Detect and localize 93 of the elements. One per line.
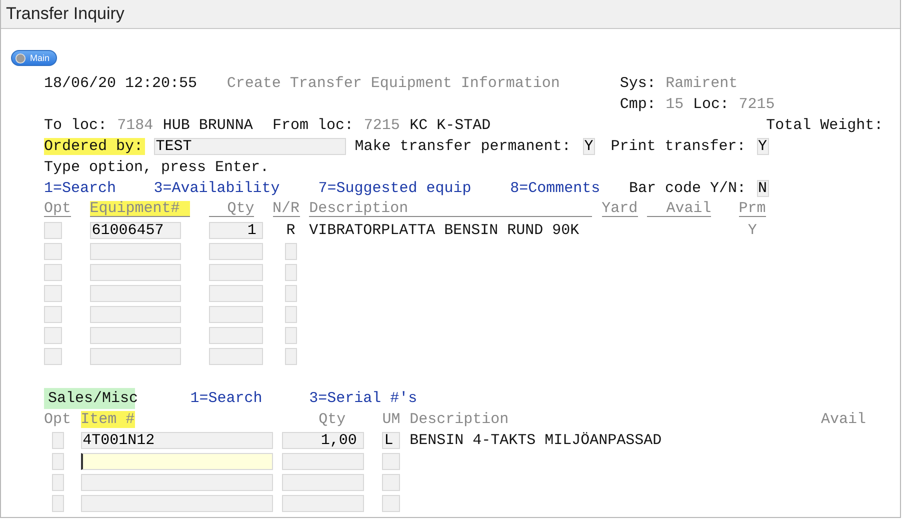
input-field[interactable] bbox=[80, 474, 273, 490]
sys-label: Sys: bbox=[620, 74, 656, 92]
option-hint: 1=Search bbox=[44, 180, 118, 196]
input-field[interactable] bbox=[90, 326, 182, 344]
input-field[interactable] bbox=[44, 326, 62, 344]
prm-value: Y bbox=[746, 222, 758, 238]
option-hint: 8=Comments bbox=[510, 180, 602, 196]
input-field[interactable] bbox=[284, 326, 297, 344]
ordered-by-field[interactable]: TEST bbox=[154, 138, 346, 154]
option-hint: 1=Search bbox=[190, 390, 264, 406]
option-hint: 3=Availability bbox=[154, 180, 281, 196]
input-field[interactable] bbox=[44, 348, 62, 364]
input-field[interactable] bbox=[208, 284, 264, 302]
option-hint: 7=Suggested equip bbox=[318, 180, 472, 196]
column-header: Item # bbox=[80, 410, 136, 428]
input-field[interactable] bbox=[44, 264, 62, 280]
input-field[interactable] bbox=[284, 264, 297, 280]
input-field[interactable] bbox=[44, 306, 62, 322]
circle-icon bbox=[15, 52, 26, 64]
column-header: Description bbox=[309, 201, 592, 217]
to-loc-code: 7184 bbox=[117, 116, 154, 134]
cmp-label: Cmp: bbox=[620, 96, 656, 112]
input-field[interactable] bbox=[52, 474, 64, 490]
screen-title: Create Transfer Equipment Information bbox=[226, 74, 561, 92]
print-label: Print transfer: bbox=[610, 138, 747, 154]
input-field[interactable] bbox=[208, 326, 264, 344]
total-weight-label: Total Weight: bbox=[766, 116, 884, 134]
input-field[interactable] bbox=[52, 432, 64, 448]
input-field[interactable] bbox=[52, 494, 64, 512]
instruction-text: Type option, press Enter. bbox=[44, 158, 270, 176]
input-field[interactable] bbox=[208, 242, 264, 260]
from-loc-code: 7215 bbox=[364, 116, 400, 134]
input-field[interactable] bbox=[44, 222, 62, 238]
from-loc-label: From loc: bbox=[272, 116, 355, 134]
input-field[interactable] bbox=[282, 452, 364, 470]
column-header: Qty bbox=[318, 410, 346, 428]
column-header: N/R bbox=[272, 201, 300, 217]
input-field[interactable] bbox=[80, 494, 273, 512]
input-field[interactable] bbox=[208, 306, 264, 322]
to-loc-name: HUB BRUNNA bbox=[162, 116, 254, 134]
equipment-field[interactable]: 61006457 bbox=[90, 222, 182, 238]
input-field[interactable] bbox=[90, 264, 182, 280]
item-field[interactable]: 4T001N12 bbox=[80, 432, 273, 448]
input-field[interactable] bbox=[382, 494, 400, 512]
input-field[interactable] bbox=[282, 494, 364, 512]
to-loc-label: To loc: bbox=[44, 116, 108, 134]
input-field[interactable] bbox=[284, 348, 297, 364]
column-header: UM bbox=[382, 410, 400, 428]
column-header: Prm bbox=[738, 201, 766, 217]
input-field[interactable] bbox=[208, 348, 264, 364]
input-field[interactable] bbox=[52, 452, 64, 470]
description-text: VIBRATORPLATTA BENSIN RUND 90K bbox=[309, 222, 580, 238]
permanent-label: Make transfer permanent: bbox=[354, 138, 572, 154]
column-header: Avail bbox=[647, 201, 712, 217]
input-field[interactable] bbox=[382, 474, 400, 490]
from-loc-name: KC K-STAD bbox=[410, 116, 492, 134]
loc-label: Loc: bbox=[692, 96, 730, 112]
column-header: Equipment# bbox=[90, 201, 190, 217]
column-header: Description bbox=[410, 410, 510, 428]
column-header: Opt bbox=[44, 410, 72, 428]
sys-value: Ramirent bbox=[666, 74, 739, 92]
um-field[interactable]: L bbox=[382, 432, 400, 448]
input-field[interactable] bbox=[80, 452, 273, 470]
loc-value: 7215 bbox=[738, 96, 776, 112]
print-field[interactable]: Y bbox=[756, 138, 769, 154]
description-text: BENSIN 4-TAKTS MILJÖANPASSAD bbox=[410, 432, 663, 448]
timestamp: 18/06/20 12:20:55 bbox=[44, 74, 198, 92]
window-title: Transfer Inquiry bbox=[6, 4, 124, 24]
input-field[interactable] bbox=[90, 284, 182, 302]
input-field[interactable] bbox=[284, 284, 297, 302]
column-header: Qty bbox=[208, 201, 254, 217]
column-header: Opt bbox=[44, 201, 72, 217]
option-hint: 3=Serial #'s bbox=[309, 390, 418, 406]
cmp-value: 15 bbox=[666, 96, 684, 112]
input-field[interactable] bbox=[44, 284, 62, 302]
column-header: Avail bbox=[820, 410, 867, 428]
input-field[interactable] bbox=[382, 452, 400, 470]
barcode-label: Bar code Y/N: bbox=[629, 180, 748, 196]
input-field[interactable] bbox=[90, 242, 182, 260]
qty-field[interactable]: 1 bbox=[208, 222, 264, 238]
nr-value: R bbox=[285, 222, 296, 238]
input-field[interactable] bbox=[208, 264, 264, 280]
input-field[interactable] bbox=[284, 242, 297, 260]
input-field[interactable] bbox=[90, 306, 182, 322]
input-field[interactable] bbox=[284, 306, 297, 322]
ordered-by-label: Ordered by: bbox=[44, 138, 145, 154]
permanent-field[interactable]: Y bbox=[583, 138, 596, 154]
input-field[interactable] bbox=[282, 474, 364, 490]
barcode-field[interactable]: N bbox=[756, 180, 769, 196]
input-field[interactable] bbox=[90, 348, 182, 364]
qty-field[interactable]: 1,00 bbox=[282, 432, 364, 448]
column-header: Yard bbox=[602, 201, 638, 217]
input-field[interactable] bbox=[44, 242, 62, 260]
